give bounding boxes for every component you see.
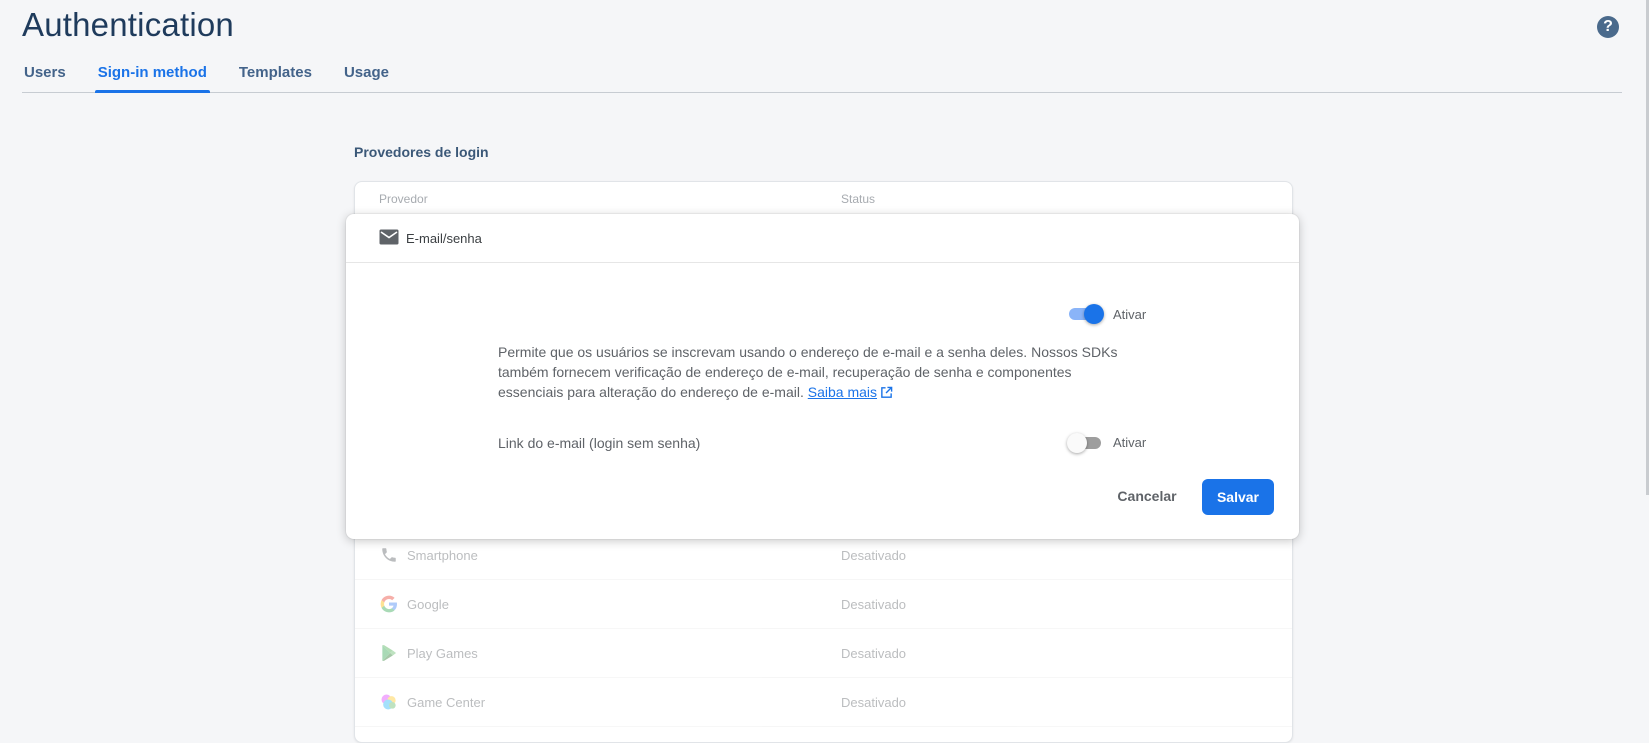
- email-link-toggle-label: Ativar: [1113, 435, 1147, 450]
- tab-usage[interactable]: Usage: [341, 52, 392, 92]
- provider-name: Game Center: [407, 694, 486, 710]
- providers-section-title: Provedores de login: [354, 144, 489, 160]
- editor-header: E-mail/senha: [346, 214, 1299, 263]
- cancel-button[interactable]: Cancelar: [1104, 478, 1190, 514]
- provider-status: Desativado: [841, 547, 907, 563]
- provider-status: Desativado: [841, 596, 907, 612]
- provider-name: Play Games: [407, 645, 478, 661]
- provider-status: Desativado: [841, 694, 907, 710]
- google-icon: [379, 594, 399, 614]
- mail-icon: [379, 229, 399, 250]
- email-link-toggle[interactable]: [1067, 432, 1103, 453]
- tab-templates[interactable]: Templates: [236, 52, 315, 92]
- editor-title: E-mail/senha: [406, 231, 482, 246]
- external-link-icon: [880, 384, 893, 404]
- save-button[interactable]: Salvar: [1202, 479, 1274, 515]
- provider-column-header: Provedor: [379, 192, 428, 206]
- provider-name: Google: [407, 596, 449, 612]
- provider-row-google[interactable]: Google Desativado: [355, 580, 1292, 629]
- tab-sign-in-method[interactable]: Sign-in method: [94, 52, 211, 93]
- page-title: Authentication: [22, 6, 234, 43]
- play-games-icon: [379, 643, 399, 663]
- help-icon[interactable]: ?: [1597, 16, 1619, 38]
- provider-status: Desativado: [841, 645, 907, 661]
- provider-row-game-center[interactable]: Game Center Desativado: [355, 678, 1292, 727]
- email-password-editor: E-mail/senha Ativar Permite que os usuár…: [346, 214, 1299, 539]
- email-link-label: Link do e-mail (login sem senha): [498, 435, 701, 451]
- provider-description: Permite que os usuários se inscrevam usa…: [498, 342, 1138, 404]
- enable-email-password-toggle[interactable]: [1067, 303, 1104, 324]
- tab-bar: Users Sign-in method Templates Usage: [22, 52, 1622, 93]
- game-center-icon: [379, 692, 399, 712]
- provider-name: Smartphone: [407, 547, 478, 563]
- status-column-header: Status: [841, 192, 876, 206]
- phone-icon: [379, 545, 399, 565]
- tab-users[interactable]: Users: [22, 52, 69, 92]
- provider-row-play-games[interactable]: Play Games Desativado: [355, 629, 1292, 678]
- learn-more-link[interactable]: Saiba mais: [808, 384, 877, 400]
- enable-toggle-label: Ativar: [1113, 307, 1147, 322]
